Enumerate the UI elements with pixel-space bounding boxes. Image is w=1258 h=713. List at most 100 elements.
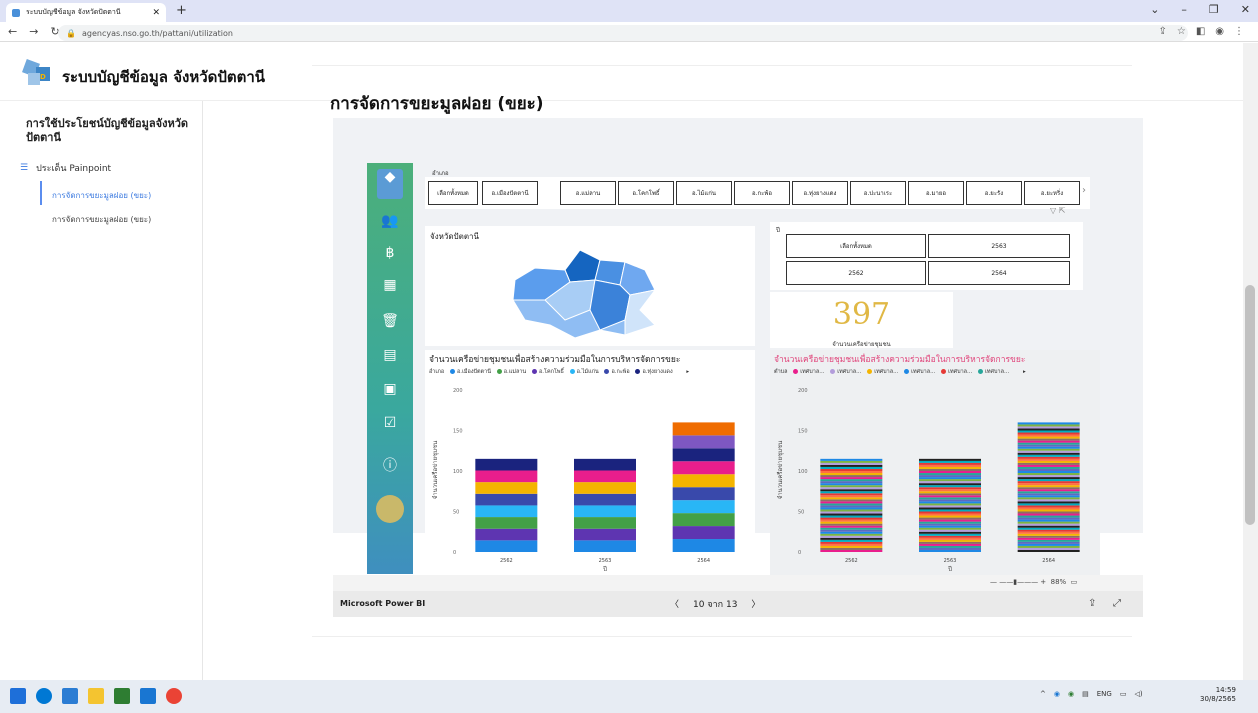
filter-icon[interactable]: ▽ ⇱ <box>1050 206 1065 215</box>
slicer-option[interactable]: อ.ไม้แก่น <box>676 181 732 205</box>
bar-segment[interactable] <box>475 540 538 552</box>
slicer-option[interactable]: อ.โคกโพธิ์ <box>618 181 674 205</box>
bar-segment[interactable] <box>919 495 981 498</box>
bar-segment[interactable] <box>820 481 883 484</box>
bar-segment[interactable] <box>919 535 981 538</box>
bar-segment[interactable] <box>919 525 981 528</box>
bar-segment[interactable] <box>1017 491 1080 494</box>
bar-segment[interactable] <box>1017 535 1080 538</box>
bar-segment[interactable] <box>1017 495 1080 498</box>
bar-segment[interactable] <box>672 539 735 552</box>
bar-segment[interactable] <box>1017 456 1080 459</box>
bar-segment[interactable] <box>672 461 735 475</box>
bar-segment[interactable] <box>820 527 883 530</box>
bar-segment[interactable] <box>820 509 883 512</box>
slicer-option[interactable]: อ.ยะรัง <box>966 181 1022 205</box>
powerbi-label[interactable]: Microsoft Power BI <box>340 599 425 608</box>
checklist-icon[interactable]: ☑ <box>377 415 403 431</box>
bar-segment[interactable] <box>919 539 981 542</box>
bar-segment[interactable] <box>1017 503 1080 506</box>
bar-segment[interactable] <box>919 499 981 502</box>
calendar-icon[interactable]: ▤ <box>377 347 403 363</box>
bar-segment[interactable] <box>820 471 883 474</box>
bar-segment[interactable] <box>1017 448 1080 451</box>
bar-segment[interactable] <box>1017 450 1080 453</box>
bar-segment[interactable] <box>475 482 538 494</box>
bar-segment[interactable] <box>820 483 883 486</box>
bar-segment[interactable] <box>919 501 981 504</box>
bar-segment[interactable] <box>919 475 981 478</box>
bar-segment[interactable] <box>820 513 883 516</box>
bookmark-star-icon[interactable]: ☆ <box>1177 26 1186 37</box>
profile-avatar[interactable]: ◉ <box>1215 26 1224 37</box>
bar-segment[interactable] <box>1017 517 1080 520</box>
bar-segment[interactable] <box>1017 541 1080 544</box>
bar-segment[interactable] <box>1017 454 1080 457</box>
sidepanel-icon[interactable]: ◧ <box>1196 26 1205 37</box>
bar-segment[interactable] <box>919 481 981 484</box>
bar-segment[interactable] <box>1017 426 1080 429</box>
bar-segment[interactable] <box>1017 442 1080 445</box>
bar-segment[interactable] <box>1017 479 1080 482</box>
bar-segment[interactable] <box>1017 489 1080 492</box>
bar-segment[interactable] <box>1017 477 1080 480</box>
sidebar-item[interactable]: การจัดการขยะมูลฝอย (ขยะ) <box>52 213 151 226</box>
bar-segment[interactable] <box>919 479 981 482</box>
bar-segment[interactable] <box>1017 519 1080 522</box>
bar-segment[interactable] <box>820 462 883 465</box>
bar-segment[interactable] <box>919 493 981 496</box>
bar-segment[interactable] <box>1017 471 1080 474</box>
new-tab-button[interactable]: + <box>176 3 187 18</box>
bar-segment[interactable] <box>919 543 981 546</box>
bar-segment[interactable] <box>1017 525 1080 528</box>
bar-segment[interactable] <box>1017 460 1080 463</box>
site-logo[interactable]: D <box>18 55 58 89</box>
bar-segment[interactable] <box>574 470 636 483</box>
bar-segment[interactable] <box>820 505 883 508</box>
chart-subdistrict[interactable]: จำนวนเครือข่ายชุมชนเพื่อสร้างความร่วมมือ… <box>770 350 1100 576</box>
bar-segment[interactable] <box>820 503 883 506</box>
bar-segment[interactable] <box>820 485 883 488</box>
bar-segment[interactable] <box>574 482 636 494</box>
bar-segment[interactable] <box>1017 481 1080 484</box>
start-icon[interactable] <box>10 688 26 704</box>
bar-segment[interactable] <box>919 519 981 522</box>
bar-segment[interactable] <box>919 507 981 510</box>
bar-segment[interactable] <box>1017 462 1080 465</box>
bar-segment[interactable] <box>1017 515 1080 518</box>
bar-segment[interactable] <box>919 521 981 524</box>
bar-segment[interactable] <box>919 537 981 540</box>
bar-segment[interactable] <box>1017 511 1080 514</box>
maximize-button[interactable]: ❐ <box>1209 3 1219 16</box>
bar-segment[interactable] <box>820 519 883 522</box>
emblem-icon[interactable] <box>376 495 404 523</box>
slicer-option[interactable]: เลือกทั้งหมด <box>428 181 478 205</box>
fullscreen-icon[interactable]: ⤢ <box>1113 598 1121 609</box>
bar-segment[interactable] <box>820 458 883 461</box>
edge-icon[interactable] <box>36 688 52 704</box>
share-report-icon[interactable]: ⇪ <box>1088 598 1096 609</box>
bar-segment[interactable] <box>820 501 883 504</box>
bar-segment[interactable] <box>1017 547 1080 550</box>
back-icon[interactable]: ← <box>8 25 17 38</box>
bar-segment[interactable] <box>919 485 981 488</box>
close-tab-icon[interactable]: ✕ <box>152 8 160 18</box>
bar-segment[interactable] <box>820 507 883 510</box>
bar-segment[interactable] <box>820 495 883 498</box>
bar-segment[interactable] <box>1017 537 1080 540</box>
bar-segment[interactable] <box>475 493 538 506</box>
bar-segment[interactable] <box>820 547 883 550</box>
slicer-option[interactable]: อ.ปะนาเระ <box>850 181 906 205</box>
bar-segment[interactable] <box>820 477 883 480</box>
bar-segment[interactable] <box>820 525 883 528</box>
file-explorer-icon[interactable] <box>88 688 104 704</box>
bar-segment[interactable] <box>1017 464 1080 467</box>
bar-segment[interactable] <box>1017 473 1080 476</box>
network-icon[interactable]: ▭ <box>1120 690 1127 698</box>
bar-segment[interactable] <box>820 464 883 467</box>
bar-segment[interactable] <box>919 503 981 506</box>
bar-segment[interactable] <box>1017 545 1080 548</box>
pattani-map[interactable] <box>505 240 675 342</box>
bar-segment[interactable] <box>820 531 883 534</box>
slicer-option[interactable]: อ.ยะหริ่ง <box>1024 181 1080 205</box>
